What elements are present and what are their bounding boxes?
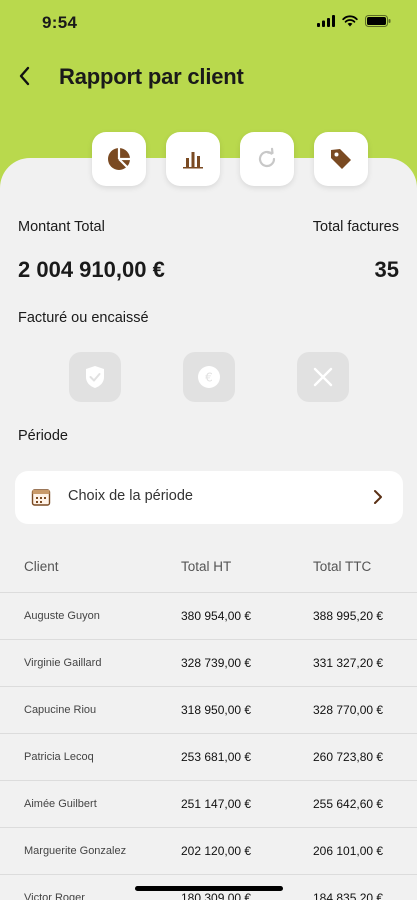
filter-toolbar	[0, 132, 417, 186]
close-icon	[313, 367, 333, 387]
home-indicator[interactable]	[135, 886, 283, 891]
total-ttc: 260 723,80 €	[313, 750, 384, 764]
shield-check-icon	[86, 366, 104, 388]
client-name: Auguste Guyon	[24, 610, 100, 622]
status-bar: 9:54	[0, 0, 417, 46]
svg-text:€: €	[205, 371, 213, 385]
client-table: Client Total HT Total TTC Auguste Guyon …	[0, 546, 417, 900]
total-ht: 380 954,00 €	[181, 609, 252, 623]
montant-total-label: Montant Total	[18, 219, 105, 235]
total-ht: 202 120,00 €	[181, 844, 252, 858]
wifi-icon	[342, 15, 358, 27]
pie-chart-button[interactable]	[92, 132, 146, 186]
facture-toggle[interactable]	[69, 352, 121, 402]
refresh-icon	[258, 147, 276, 168]
table-row[interactable]: Aimée Guilbert 251 147,00 € 255 642,60 €	[0, 781, 417, 828]
table-row[interactable]: Marguerite Gonzalez 202 120,00 € 206 101…	[0, 828, 417, 875]
encaisse-toggle[interactable]: €	[183, 352, 235, 402]
client-name: Capucine Riou	[24, 704, 97, 716]
table-row[interactable]: Auguste Guyon 380 954,00 € 388 995,20 €	[0, 593, 417, 640]
total-factures-value: 35	[374, 257, 399, 282]
total-ttc: 184 835,20 €	[313, 891, 384, 900]
client-name: Virginie Gaillard	[24, 657, 102, 669]
total-ttc: 388 995,20 €	[313, 609, 384, 623]
montant-total-value: 2 004 910,00 €	[18, 257, 165, 282]
total-factures-label: Total factures	[312, 219, 399, 235]
tag-icon	[331, 149, 351, 169]
bar-chart-icon	[183, 152, 203, 169]
client-name: Victor Roger	[24, 892, 85, 900]
client-name: Patricia Lecoq	[24, 751, 94, 763]
table-row[interactable]: Virginie Gaillard 328 739,00 € 331 327,2…	[0, 640, 417, 687]
column-total-ht: Total HT	[181, 559, 232, 574]
euro-icon: €	[198, 366, 220, 388]
facture-encaisse-label: Facturé ou encaissé	[18, 310, 149, 326]
column-client: Client	[24, 559, 59, 574]
table-row[interactable]: Capucine Riou 318 950,00 € 328 770,00 €	[0, 687, 417, 734]
client-name: Aimée Guilbert	[24, 798, 97, 810]
total-ht: 251 147,00 €	[181, 797, 252, 811]
battery-icon	[365, 15, 391, 27]
total-ht: 318 950,00 €	[181, 703, 252, 717]
tag-button[interactable]	[314, 132, 368, 186]
refresh-button[interactable]	[240, 132, 294, 186]
page-title: Rapport par client	[59, 64, 244, 89]
clear-status-toggle[interactable]	[297, 352, 349, 402]
total-ttc: 206 101,00 €	[313, 844, 384, 858]
column-total-ttc: Total TTC	[313, 559, 372, 574]
status-icons	[317, 15, 391, 27]
table-header: Client Total HT Total TTC	[0, 546, 417, 593]
back-button[interactable]	[10, 62, 38, 90]
client-name: Marguerite Gonzalez	[24, 845, 127, 857]
total-ht: 180 309,00 €	[181, 891, 252, 900]
total-ht: 253 681,00 €	[181, 750, 252, 764]
signal-icon	[317, 15, 335, 27]
nav-bar: Rapport par client	[0, 60, 417, 96]
total-ht: 328 739,00 €	[181, 656, 252, 670]
period-selector[interactable]: Choix de la période	[15, 471, 403, 524]
total-ttc: 331 327,20 €	[313, 656, 384, 670]
bar-chart-button[interactable]	[166, 132, 220, 186]
chevron-right-icon	[374, 490, 382, 504]
calendar-icon	[31, 489, 51, 506]
table-row[interactable]: Patricia Lecoq 253 681,00 € 260 723,80 €	[0, 734, 417, 781]
total-ttc: 328 770,00 €	[313, 703, 384, 717]
period-placeholder: Choix de la période	[68, 488, 193, 504]
total-ttc: 255 642,60 €	[313, 797, 384, 811]
status-time: 9:54	[42, 13, 78, 32]
pie-chart-icon	[108, 148, 130, 170]
periode-label: Période	[18, 428, 68, 444]
chevron-left-icon	[19, 66, 30, 86]
